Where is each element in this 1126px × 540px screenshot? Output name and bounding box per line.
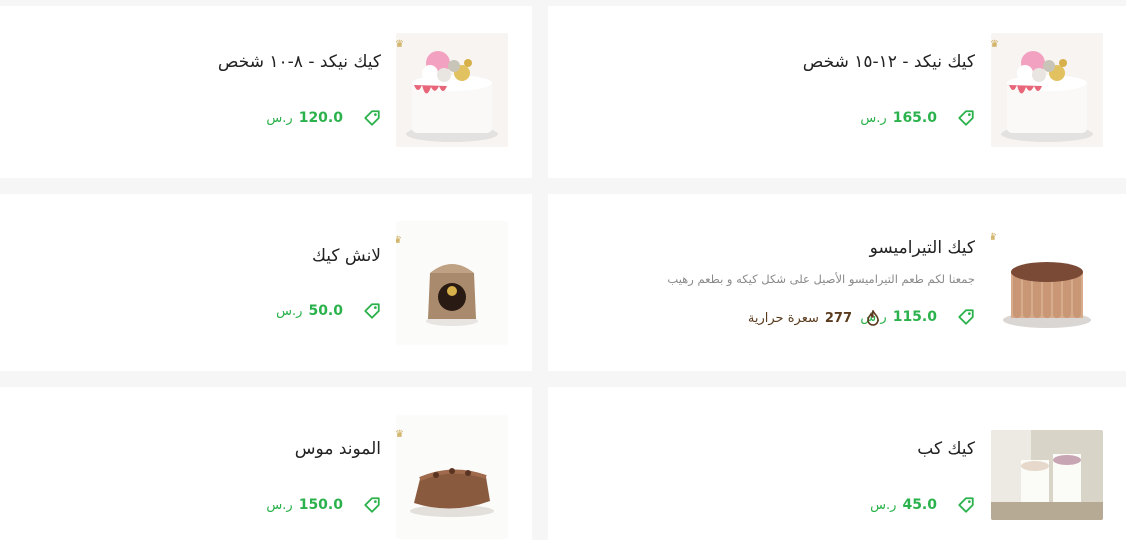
price-value: 115.0 (892, 309, 937, 325)
product-card[interactable]: ♛ كيك التيراميسو جمعنا لكم طعم التيراميس… (548, 194, 1126, 371)
currency-label: ر.س (266, 110, 293, 126)
price-row: 45.0 ر.س (870, 496, 975, 514)
calories-value: 277 (824, 310, 852, 326)
product-title[interactable]: كيك نيكد - ٨-١٠ شخص (218, 52, 381, 72)
product-card[interactable]: ♛ كيك نيكد - ١٢-١٥ شخص 165.0 ر.س (548, 6, 1126, 178)
product-title[interactable]: كيك نيكد - ١٢-١٥ شخص (803, 52, 975, 72)
flame-icon (867, 310, 879, 326)
price-tag-icon (958, 110, 974, 126)
product-card[interactable]: ♛ كيك نيكد - ٨-١٠ شخص 120.0 ر.س (0, 6, 532, 178)
price-row: 120.0 ر.س (266, 109, 381, 127)
price-row: 50.0 ر.س (276, 302, 381, 320)
product-image[interactable]: ♛ (991, 224, 1103, 338)
product-card[interactable]: ♛ الموند موس 150.0 ر.س (0, 387, 532, 540)
currency-label: ر.س (276, 303, 303, 319)
price-tag-icon (958, 497, 974, 513)
price-row: 165.0 ر.س (860, 109, 975, 127)
product-title[interactable]: كيك كب (917, 439, 975, 459)
svg-text:♛: ♛ (991, 39, 999, 50)
price-tag-icon (364, 303, 380, 319)
svg-text:♛: ♛ (396, 235, 402, 246)
svg-text:♛: ♛ (991, 232, 997, 243)
calories-unit: سعرة حرارية (747, 310, 819, 326)
product-image[interactable]: ♛ (396, 415, 508, 539)
svg-text:♛: ♛ (396, 39, 404, 50)
price-value: 165.0 (892, 110, 937, 126)
product-title[interactable]: كيك التيراميسو (870, 238, 975, 258)
price-tag-icon (364, 497, 380, 513)
price-value: 45.0 (902, 497, 937, 513)
product-title[interactable]: لانش كيك (312, 246, 381, 266)
product-title[interactable]: الموند موس (295, 439, 381, 459)
product-card[interactable]: ♛ لانش كيك 50.0 ر.س (0, 194, 532, 371)
price-value: 120.0 (298, 110, 343, 126)
price-tag-icon (958, 309, 974, 325)
product-image[interactable]: ♛ (991, 33, 1103, 147)
product-description: جمعنا لكم طعم التيراميسو الأصيل على شكل … (667, 272, 975, 286)
calories-row: 277 سعرة حرارية (748, 310, 880, 326)
currency-label: ر.س (266, 497, 293, 513)
svg-text:♛: ♛ (396, 429, 404, 440)
product-card[interactable]: كيك كب 45.0 ر.س (548, 387, 1126, 540)
price-value: 50.0 (308, 303, 343, 319)
price-value: 150.0 (298, 497, 343, 513)
product-image[interactable]: ♛ (396, 33, 508, 147)
price-row: 150.0 ر.س (266, 496, 381, 514)
product-image[interactable] (991, 430, 1103, 520)
currency-label: ر.س (870, 497, 897, 513)
currency-label: ر.س (860, 110, 887, 126)
price-tag-icon (364, 110, 380, 126)
product-image[interactable]: ♛ (396, 221, 508, 345)
